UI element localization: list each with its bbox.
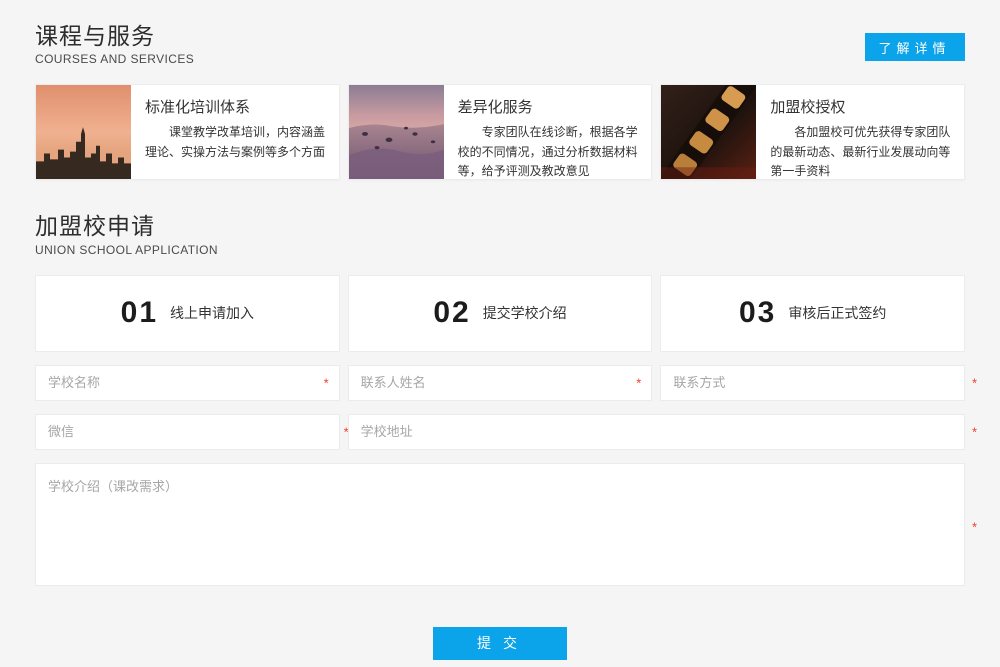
service-card-union-authorization[interactable]: 加盟校授权 各加盟校可优先获得专家团队的最新动态、最新行业发展动向等第一手资料 — [660, 84, 965, 180]
form-row-3: * — [35, 463, 965, 591]
submit-row: 提交 — [35, 627, 965, 660]
school-address-field: * — [348, 414, 965, 450]
step-number: 03 — [739, 296, 776, 330]
card-title: 差异化服务 — [458, 96, 640, 117]
required-marker: * — [972, 520, 977, 533]
service-cards-row: 标准化培训体系 课堂教学改革培训，内容涵盖理论、实操方法与案例等多个方面 — [35, 84, 965, 180]
school-intro-field: * — [35, 463, 965, 591]
contact-phone-input[interactable] — [660, 365, 965, 401]
card-text-block: 标准化培训体系 课堂教学改革培训，内容涵盖理论、实操方法与案例等多个方面 — [131, 85, 339, 179]
service-card-standard-training[interactable]: 标准化培训体系 课堂教学改革培训，内容涵盖理论、实操方法与案例等多个方面 — [35, 84, 340, 180]
submit-button[interactable]: 提交 — [433, 627, 567, 660]
step-card-1: 01 线上申请加入 — [35, 275, 340, 352]
step-card-2: 02 提交学校介绍 — [348, 275, 653, 352]
step-label: 审核后正式签约 — [788, 303, 886, 323]
step-number: 02 — [433, 296, 470, 330]
step-label: 提交学校介绍 — [483, 303, 567, 323]
school-name-input[interactable] — [35, 365, 340, 401]
desert-dusk-image — [349, 85, 444, 179]
required-marker: * — [972, 425, 977, 438]
required-marker: * — [972, 376, 977, 389]
wechat-input[interactable] — [35, 414, 340, 450]
film-strip-image — [661, 85, 756, 179]
step-number: 01 — [121, 296, 158, 330]
form-row-1: * * * — [35, 365, 965, 401]
application-title-block: 加盟校申请 UNION SCHOOL APPLICATION — [35, 214, 218, 256]
card-text-block: 加盟校授权 各加盟校可优先获得专家团队的最新动态、最新行业发展动向等第一手资料 — [756, 85, 964, 179]
card-title: 加盟校授权 — [770, 96, 952, 117]
card-description: 专家团队在线诊断，根据各学校的不同情况，通过分析数据材料等，给予评测及教改意见 — [458, 123, 640, 180]
step-label: 线上申请加入 — [170, 303, 254, 323]
application-steps-row: 01 线上申请加入 02 提交学校介绍 03 审核后正式签约 — [35, 275, 965, 352]
card-text-block: 差异化服务 专家团队在线诊断，根据各学校的不同情况，通过分析数据材料等，给予评测… — [444, 85, 652, 179]
courses-section-header: 课程与服务 COURSES AND SERVICES 了解详情 — [35, 24, 965, 66]
courses-section-subtitle: COURSES AND SERVICES — [35, 52, 194, 66]
city-skyline-sunset-image — [36, 85, 131, 179]
wechat-field: * — [35, 414, 340, 450]
application-section-subtitle: UNION SCHOOL APPLICATION — [35, 243, 218, 257]
page-container: 课程与服务 COURSES AND SERVICES 了解详情 — [35, 0, 965, 660]
courses-title-block: 课程与服务 COURSES AND SERVICES — [35, 24, 194, 66]
required-marker: * — [636, 376, 641, 389]
card-title: 标准化培训体系 — [145, 96, 327, 117]
required-marker: * — [324, 376, 329, 389]
service-card-differentiated-service[interactable]: 差异化服务 专家团队在线诊断，根据各学校的不同情况，通过分析数据材料等，给予评测… — [348, 84, 653, 180]
card-description: 课堂教学改革培训，内容涵盖理论、实操方法与案例等多个方面 — [145, 123, 327, 162]
application-section-header: 加盟校申请 UNION SCHOOL APPLICATION — [35, 214, 965, 256]
contact-phone-field: * — [660, 365, 965, 401]
courses-section-title: 课程与服务 — [35, 24, 194, 49]
school-address-input[interactable] — [348, 414, 965, 450]
learn-more-button[interactable]: 了解详情 — [865, 33, 965, 61]
school-name-field: * — [35, 365, 340, 401]
school-intro-textarea[interactable] — [35, 463, 965, 586]
contact-name-input[interactable] — [348, 365, 653, 401]
card-description: 各加盟校可优先获得专家团队的最新动态、最新行业发展动向等第一手资料 — [770, 123, 952, 180]
application-section-title: 加盟校申请 — [35, 214, 218, 239]
form-row-2: * * — [35, 414, 965, 450]
step-card-3: 03 审核后正式签约 — [660, 275, 965, 352]
contact-name-field: * — [348, 365, 653, 401]
